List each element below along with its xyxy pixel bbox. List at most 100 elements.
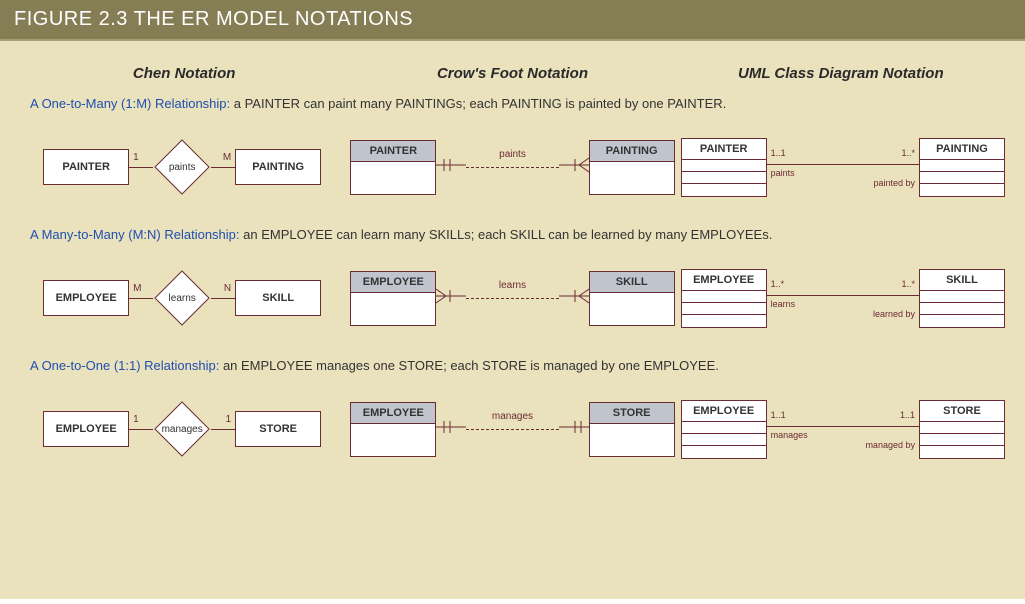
crow-entity-head: EMPLOYEE — [351, 272, 435, 293]
uml-link: 1..1 1..* paints painted by — [767, 142, 919, 192]
crow-end-left-icon — [436, 286, 466, 311]
chen-rel-label: paints — [169, 162, 196, 173]
uml-entity: STORE — [919, 400, 1005, 459]
crow-entity-body — [351, 162, 435, 194]
chen-entity-right: SKILL — [235, 280, 321, 316]
relationship-block: A One-to-Many (1:M) Relationship: a PAIN… — [20, 96, 1005, 213]
chen-cell: PAINTER 1 paints M PAINTING — [20, 121, 344, 213]
crow-end-right-icon — [559, 286, 589, 311]
crow-cell: EMPLOYEE manages STORE — [350, 383, 674, 475]
uml-label-right: managed by — [865, 440, 915, 450]
uml-link: 1..1 1..1 manages managed by — [767, 404, 919, 454]
crow-entity-left: EMPLOYEE — [350, 402, 436, 457]
uml-label-right: learned by — [873, 309, 915, 319]
crow-end-right-icon — [559, 155, 589, 180]
uml-entity-head: PAINTING — [920, 139, 1004, 160]
crow-entity-body — [351, 293, 435, 325]
uml-mult-left: 1..1 — [771, 148, 786, 158]
desc-text: a PAINTER can paint many PAINTINGs; each… — [230, 96, 726, 111]
col-header-chen: Chen Notation — [20, 65, 348, 82]
relationship-description: A Many-to-Many (M:N) Relationship: an EM… — [30, 227, 1005, 242]
uml-cell: EMPLOYEE 1..1 1..1 manages managed by ST… — [681, 383, 1005, 475]
crow-entity-head: PAINTER — [351, 141, 435, 162]
crow-link: manages — [436, 409, 588, 449]
crow-cell: EMPLOYEE learns SKILL — [350, 252, 674, 344]
crow-cell: PAINTER paints PAINTING — [350, 121, 674, 213]
chen-card-right: N — [224, 283, 231, 294]
desc-lead: A One-to-One (1:1) Relationship: — [30, 358, 219, 373]
uml-entity: PAINTING — [919, 138, 1005, 197]
crow-entity-right: SKILL — [589, 271, 675, 326]
chen-relationship-diamond: paints — [153, 138, 211, 196]
notation-row: EMPLOYEE 1 manages 1 STORE EMPLOYEE mana… — [20, 383, 1005, 475]
chen-card-right: M — [223, 152, 231, 163]
uml-label-left: manages — [771, 430, 808, 440]
crow-link: paints — [436, 147, 588, 187]
uml-line — [767, 295, 919, 296]
crow-entity-body — [351, 424, 435, 456]
notation-row: PAINTER 1 paints M PAINTING PAINTER pain… — [20, 121, 1005, 213]
chen-card-right: 1 — [226, 414, 232, 425]
desc-text: an EMPLOYEE can learn many SKILLs; each … — [240, 227, 773, 242]
chen-relationship-diamond: learns — [153, 269, 211, 327]
chen-line: M — [129, 298, 153, 299]
chen-line: 1 — [129, 167, 153, 168]
crow-entity-body — [590, 162, 674, 194]
chen-relationship-diamond: manages — [153, 400, 211, 458]
crow-entity-left: EMPLOYEE — [350, 271, 436, 326]
chen-line: 1 — [211, 429, 235, 430]
desc-lead: A Many-to-Many (M:N) Relationship: — [30, 227, 240, 242]
chen-line: M — [211, 167, 235, 168]
crow-entity-head: SKILL — [590, 272, 674, 293]
chen-entity-left: EMPLOYEE — [43, 411, 129, 447]
crow-link: learns — [436, 278, 588, 318]
uml-mult-left: 1..1 — [771, 410, 786, 420]
chen-cell: EMPLOYEE M learns N SKILL — [20, 252, 344, 344]
uml-entity: SKILL — [919, 269, 1005, 328]
relationship-block: A One-to-One (1:1) Relationship: an EMPL… — [20, 358, 1005, 475]
uml-label-left: learns — [771, 299, 796, 309]
uml-mult-left: 1..* — [771, 279, 785, 289]
uml-line — [767, 164, 919, 165]
relationship-description: A One-to-Many (1:M) Relationship: a PAIN… — [30, 96, 1005, 111]
uml-link: 1..* 1..* learns learned by — [767, 273, 919, 323]
uml-entity: EMPLOYEE — [681, 269, 767, 328]
chen-card-left: 1 — [133, 152, 139, 163]
uml-mult-right: 1..* — [901, 148, 915, 158]
crow-entity-head: PAINTING — [590, 141, 674, 162]
chen-rel-label: manages — [162, 424, 203, 435]
chen-card-left: M — [133, 283, 141, 294]
uml-entity: PAINTER — [681, 138, 767, 197]
relationship-description: A One-to-One (1:1) Relationship: an EMPL… — [30, 358, 1005, 373]
crow-entity-body — [590, 293, 674, 325]
crow-rel-label: paints — [499, 149, 526, 160]
chen-entity-right: PAINTING — [235, 149, 321, 185]
figure-header: FIGURE 2.3 THE ER MODEL NOTATIONS — [0, 0, 1025, 39]
uml-entity-head: SKILL — [920, 270, 1004, 291]
uml-label-right: painted by — [873, 178, 915, 188]
crow-rel-label: learns — [499, 280, 526, 291]
uml-entity-head: EMPLOYEE — [682, 270, 766, 291]
crow-entity-head: STORE — [590, 403, 674, 424]
crow-end-right-icon — [559, 417, 589, 442]
uml-entity-head: PAINTER — [682, 139, 766, 160]
uml-label-left: paints — [771, 168, 795, 178]
crow-end-left-icon — [436, 155, 466, 180]
crow-entity-right: STORE — [589, 402, 675, 457]
figure-body: Chen Notation Crow's Foot Notation UML C… — [0, 39, 1025, 599]
chen-entity-left: PAINTER — [43, 149, 129, 185]
chen-rel-label: learns — [169, 293, 196, 304]
crow-entity-right: PAINTING — [589, 140, 675, 195]
crow-entity-head: EMPLOYEE — [351, 403, 435, 424]
col-header-uml: UML Class Diagram Notation — [677, 65, 1005, 82]
uml-entity-head: EMPLOYEE — [682, 401, 766, 422]
desc-lead: A One-to-Many (1:M) Relationship: — [30, 96, 230, 111]
uml-entity-head: STORE — [920, 401, 1004, 422]
uml-cell: EMPLOYEE 1..* 1..* learns learned by SKI… — [681, 252, 1005, 344]
desc-text: an EMPLOYEE manages one STORE; each STOR… — [219, 358, 719, 373]
uml-mult-right: 1..1 — [900, 410, 915, 420]
crow-end-left-icon — [436, 417, 466, 442]
notation-row: EMPLOYEE M learns N SKILL EMPLOYEE learn… — [20, 252, 1005, 344]
relationship-block: A Many-to-Many (M:N) Relationship: an EM… — [20, 227, 1005, 344]
crow-entity-body — [590, 424, 674, 456]
